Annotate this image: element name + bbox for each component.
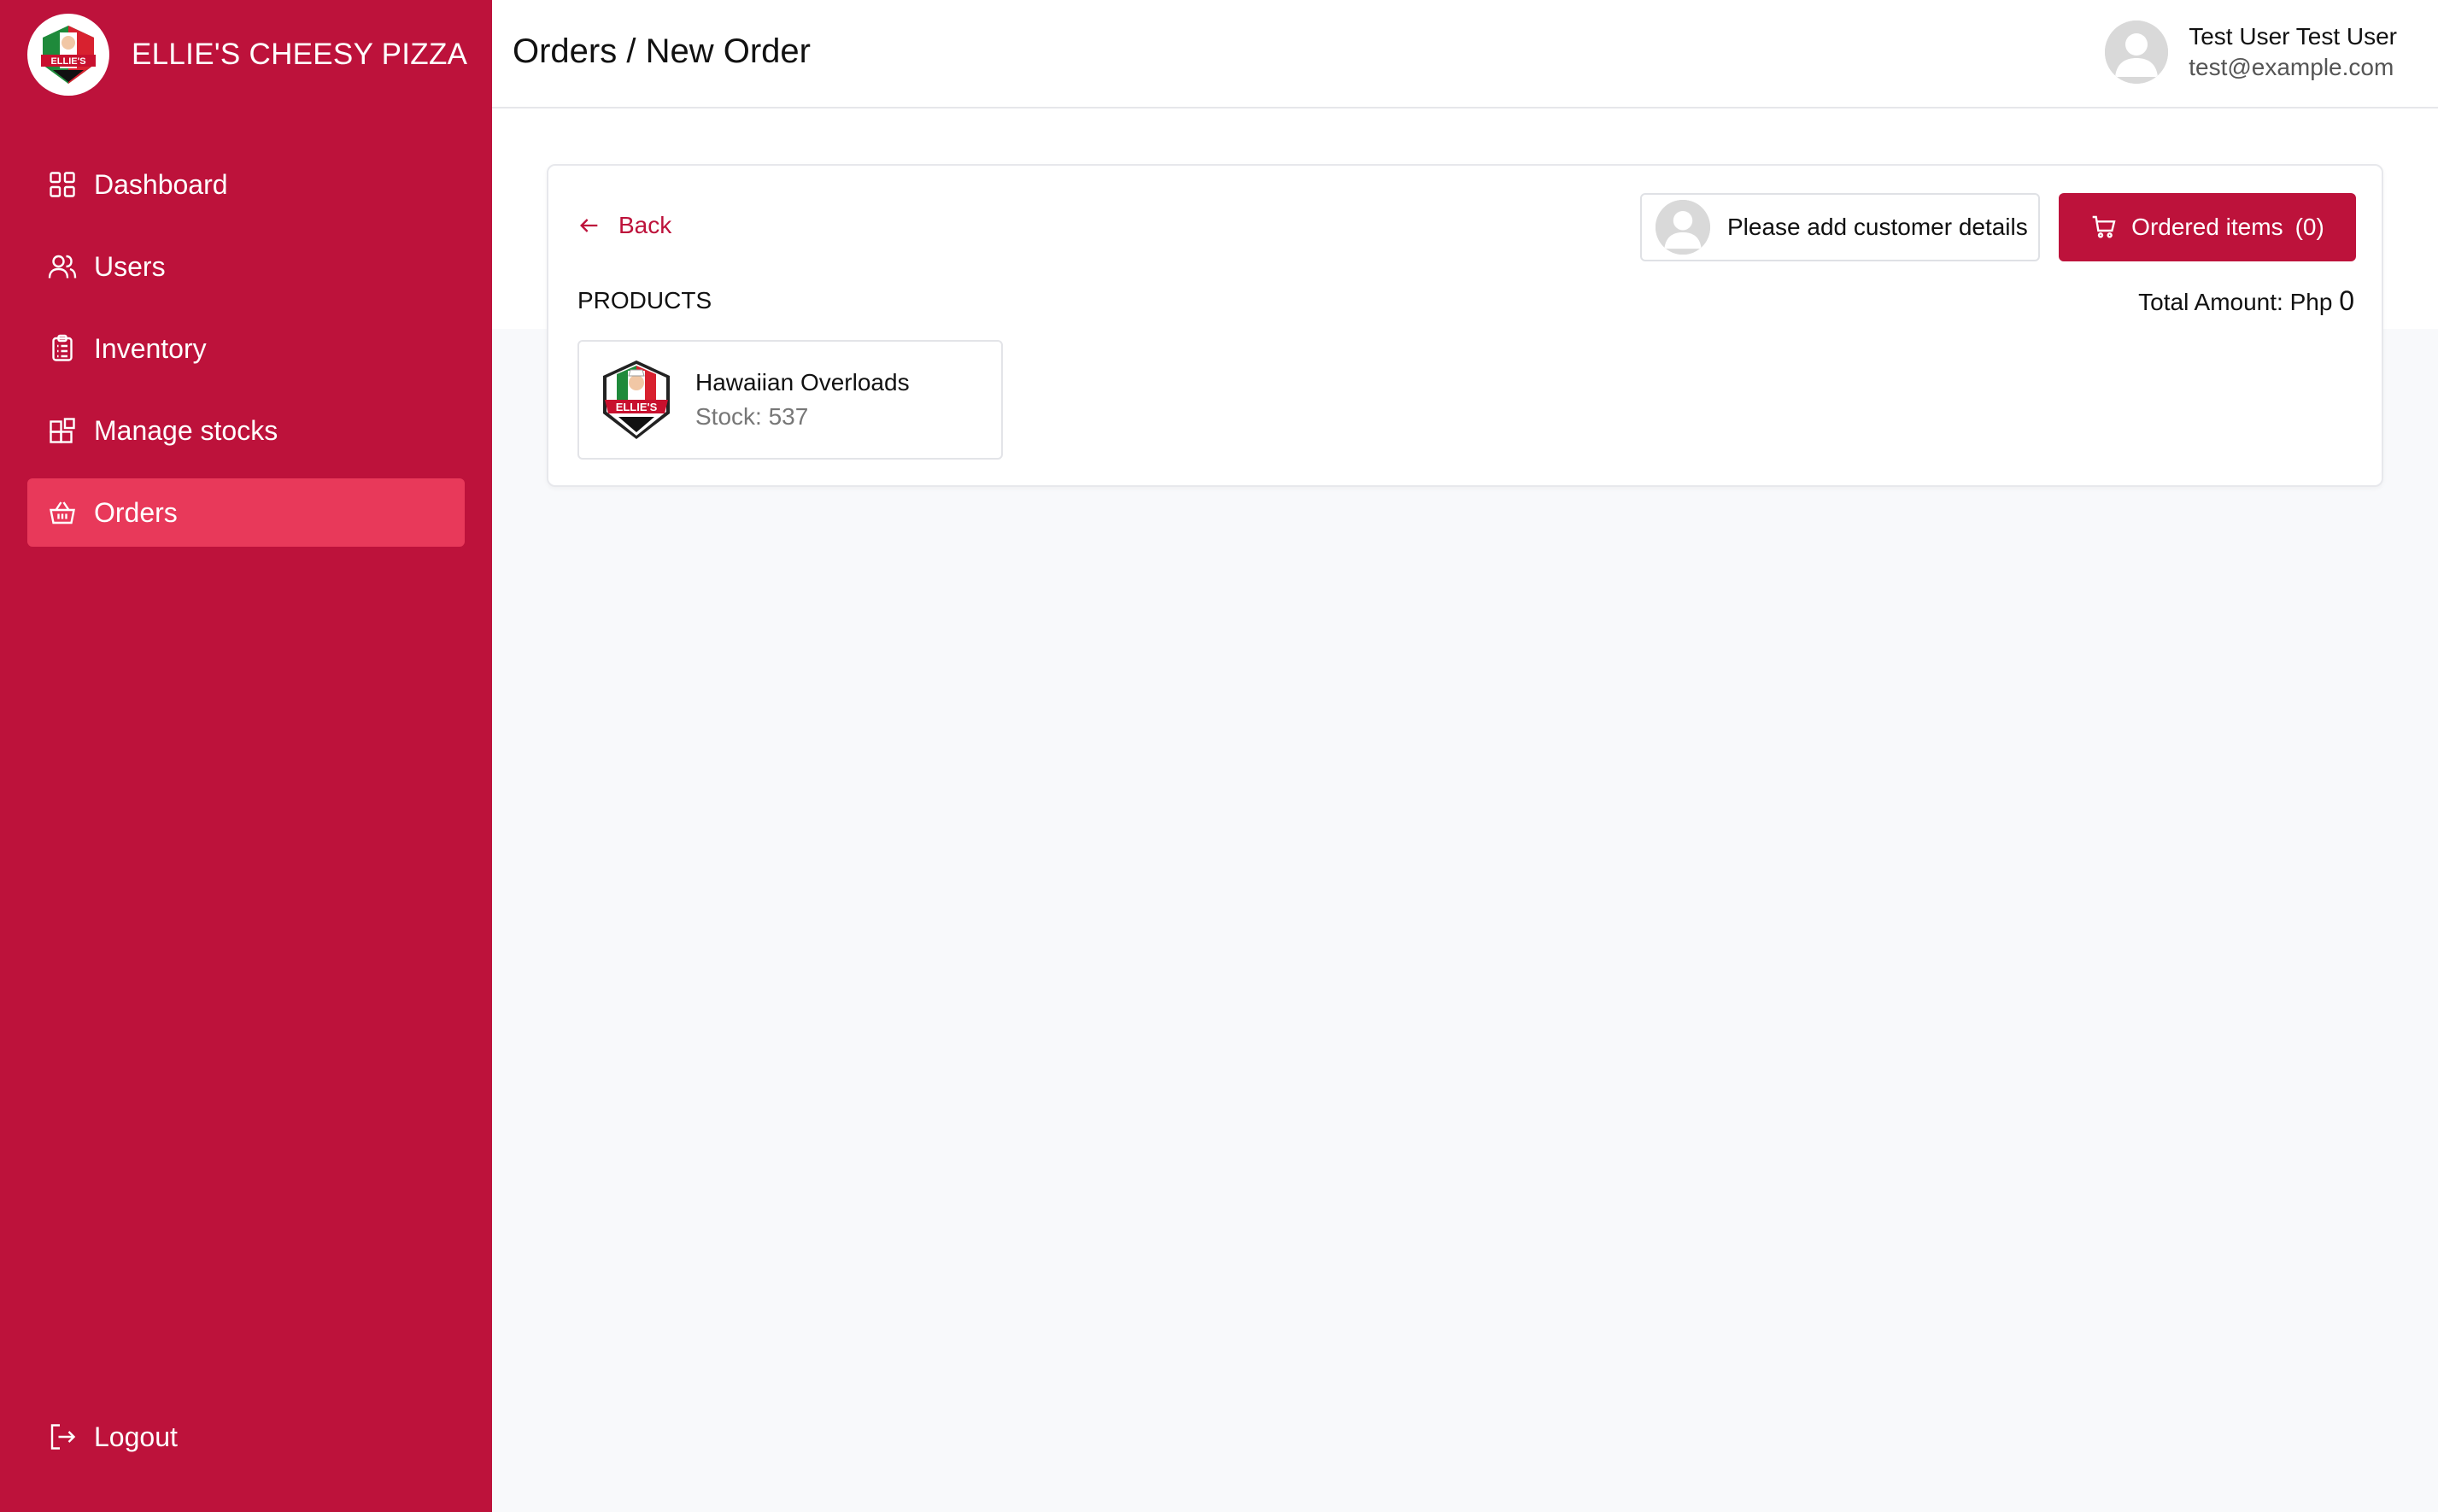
sidebar-item-label: Dashboard xyxy=(94,168,228,200)
sidebar-item-label: Manage stocks xyxy=(94,414,278,446)
ordered-items-label: Ordered items xyxy=(2131,214,2283,240)
sidebar-item-label: Orders xyxy=(94,496,178,528)
ordered-items-count: (0) xyxy=(2294,214,2324,240)
back-label: Back xyxy=(618,212,672,238)
ordered-items-button[interactable]: Ordered items (0) xyxy=(2059,193,2356,261)
add-customer-label: Please add customer details xyxy=(1727,214,2028,240)
customer-avatar-icon xyxy=(1656,200,1710,255)
blocks-icon xyxy=(46,414,79,447)
sidebar-item-label: Inventory xyxy=(94,332,207,364)
avatar xyxy=(2105,21,2169,84)
sidebar-item-inventory[interactable]: Inventory xyxy=(27,314,465,383)
back-button[interactable]: Back xyxy=(577,212,671,239)
sidebar: ELLIE'S ELLIE'S CHEESY PIZZA Dashboard U… xyxy=(0,0,492,1512)
user-email: test@example.com xyxy=(2189,54,2394,80)
total-amount-value: 0 xyxy=(2339,285,2354,316)
top-bar: Orders / New Order Test User Test User t… xyxy=(492,0,2438,108)
clipboard-icon xyxy=(46,332,79,365)
user-name: Test User Test User xyxy=(2189,23,2397,50)
brand-name: ELLIE'S CHEESY PIZZA xyxy=(132,38,468,71)
product-card[interactable]: ELLIE'S Hawaiian Overloads Stock: 537 xyxy=(577,340,1003,460)
arrow-left-icon xyxy=(580,219,598,232)
logout-label: Logout xyxy=(94,1421,178,1452)
cart-icon xyxy=(2092,215,2116,238)
brand: ELLIE'S ELLIE'S CHEESY PIZZA xyxy=(27,14,467,96)
sidebar-item-manage-stocks[interactable]: Manage stocks xyxy=(27,396,465,465)
logout-icon xyxy=(46,1421,79,1453)
product-logo: ELLIE'S xyxy=(598,357,675,442)
users-icon xyxy=(46,250,79,283)
new-order-card: Back Please add customer details Ordered… xyxy=(547,164,2383,487)
svg-text:ELLIE'S: ELLIE'S xyxy=(616,401,658,413)
brand-logo: ELLIE'S xyxy=(27,14,109,96)
sidebar-item-orders[interactable]: Orders xyxy=(27,478,465,547)
grid-icon xyxy=(46,168,79,201)
product-stock: Stock: 537 xyxy=(695,403,809,430)
sidebar-item-label: Users xyxy=(94,250,166,282)
basket-icon xyxy=(46,496,79,529)
total-amount-label: Total Amount: Php xyxy=(2138,289,2333,315)
sidebar-nav: Dashboard Users Inventory Manage stocks … xyxy=(27,150,465,560)
sidebar-item-users[interactable]: Users xyxy=(27,232,465,301)
add-customer-button[interactable]: Please add customer details xyxy=(1640,193,2040,261)
sidebar-item-dashboard[interactable]: Dashboard xyxy=(27,150,465,219)
page-title: Orders / New Order xyxy=(513,32,811,70)
user-menu[interactable]: Test User Test User test@example.com xyxy=(2105,21,2397,84)
products-heading: PRODUCTS xyxy=(577,287,712,314)
total-amount: Total Amount: Php 0 xyxy=(2138,285,2354,317)
svg-text:ELLIE'S: ELLIE'S xyxy=(50,56,85,67)
product-name: Hawaiian Overloads xyxy=(695,369,910,396)
logout-button[interactable]: Logout xyxy=(27,1403,465,1471)
